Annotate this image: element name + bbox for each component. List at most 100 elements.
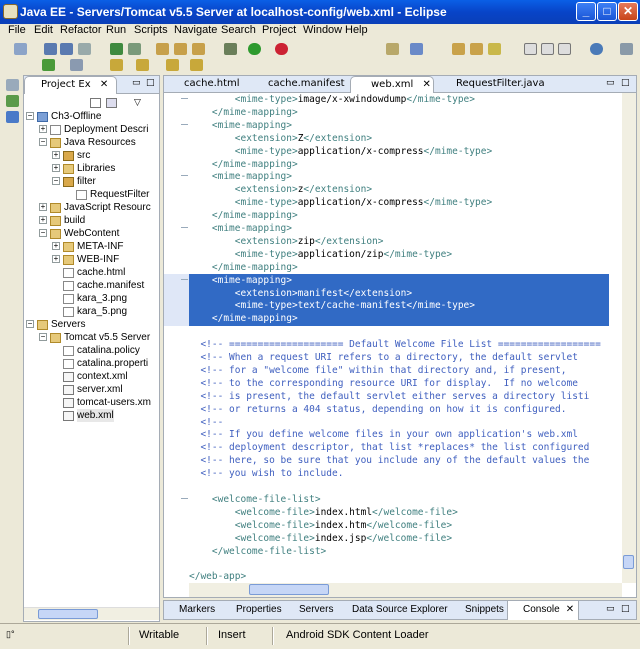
fold-marker-icon[interactable] [181,227,188,228]
close-tab-icon[interactable]: ✕ [566,604,574,615]
open-resource-icon[interactable] [192,43,205,55]
tab-cache-html[interactable]: cache.html [164,76,246,93]
tree-item[interactable]: − filter [24,175,159,188]
tree-item[interactable]: − WebContent [24,227,159,240]
next-annotation-icon[interactable] [110,59,123,71]
tab-console[interactable]: Console ✕ [507,601,579,620]
tree-item[interactable]: kara_5.png [24,305,159,318]
menu-search[interactable]: Search [221,24,256,36]
tree-item[interactable]: − Java Resources [24,136,159,149]
avd-manager-icon[interactable] [128,43,141,55]
open-folder-icon[interactable] [470,43,483,55]
tab-servers[interactable]: Servers [284,601,336,620]
tree-item[interactable]: web.xml [24,409,159,422]
tree-item[interactable]: catalina.properti [24,357,159,370]
tree-item[interactable]: RequestFilter [24,188,159,201]
horizontal-scrollbar[interactable] [189,583,622,597]
back-icon[interactable] [166,59,179,71]
tree-item[interactable]: + Libraries [24,162,159,175]
close-tab-icon[interactable]: ✕ [100,79,108,90]
tree-item[interactable]: catalina.policy [24,344,159,357]
android-icon[interactable] [6,95,19,107]
maximize-button[interactable]: □ [597,2,617,21]
open-type-icon[interactable] [174,43,187,55]
tab-project-explorer[interactable]: Project Ex ✕ [24,76,117,94]
fold-marker-icon[interactable] [181,98,188,99]
perspective-icon[interactable] [590,43,603,55]
collapse-all-icon[interactable] [90,98,101,108]
menu-navigate[interactable]: Navigate [174,24,217,36]
horizontal-scrollbar[interactable] [24,607,159,620]
external-tools-icon[interactable] [275,43,288,55]
save-all-icon[interactable] [60,43,73,55]
new-icon[interactable] [14,43,27,55]
collapse-toggle-icon[interactable]: − [26,320,34,328]
fast-view-icon[interactable]: ▯° [6,629,15,640]
tree-item[interactable]: + JavaScript Resourc [24,201,159,214]
collapse-toggle-icon[interactable]: − [39,333,47,341]
fold-marker-icon[interactable] [181,497,188,499]
new-wizard-icon[interactable] [70,59,83,71]
close-button[interactable]: ✕ [618,2,638,21]
link-with-editor-icon[interactable] [106,98,117,108]
vertical-scrollbar[interactable] [622,93,636,583]
run-icon[interactable] [248,43,261,55]
scrollbar-thumb[interactable] [623,555,634,569]
save-icon[interactable] [44,43,57,55]
code-editor[interactable]: <mime-type>image/x-xwindowdump</mime-typ… [164,93,622,583]
menu-edit[interactable]: Edit [34,24,53,36]
minimize-view-icon[interactable]: ▭ [132,78,141,88]
forward-icon[interactable] [190,59,203,71]
minimize-button[interactable]: _ [576,2,596,21]
new-project-icon[interactable] [156,43,169,55]
expand-toggle-icon[interactable]: + [52,242,60,250]
scrollbar-thumb[interactable] [249,584,329,595]
perspective-switch-icon[interactable] [6,111,19,123]
tree-item[interactable]: − Tomcat v5.5 Server [24,331,159,344]
view-menu-icon[interactable]: ▽ [134,98,141,108]
open-perspective-icon[interactable] [386,43,399,55]
expand-toggle-icon[interactable]: + [52,255,60,263]
collapse-toggle-icon[interactable]: − [52,177,60,185]
tree-item[interactable]: tomcat-users.xm [24,396,159,409]
web-browser-icon[interactable] [410,43,423,55]
tree-item[interactable]: − Servers [24,318,159,331]
tree-item[interactable]: − Ch3-Offline [24,110,159,123]
fold-marker-icon[interactable] [181,278,188,280]
print-icon[interactable] [78,43,91,55]
previous-annotation-icon[interactable] [136,59,149,71]
restore-icon[interactable] [6,79,19,91]
debug-icon[interactable] [224,43,237,55]
maximize-view-icon[interactable]: □ [621,604,630,614]
expand-toggle-icon[interactable]: + [39,216,47,224]
close-tab-icon[interactable]: ✕ [422,79,430,90]
tab-markers[interactable]: Markers [164,601,220,620]
tab-data-source-explorer[interactable]: Data Source Explorer [337,601,449,620]
toggle-mark-icon[interactable] [541,43,554,55]
tree-item[interactable]: cache.manifest [24,279,159,292]
pen-icon[interactable] [488,43,501,55]
tab-cache-manifest[interactable]: cache.manifest [248,76,348,93]
maximize-view-icon[interactable]: □ [146,78,155,88]
tree-item[interactable]: + META-INF [24,240,159,253]
menu-refactor[interactable]: Refactor [60,24,102,36]
new-server-icon[interactable] [42,59,55,71]
tab-web-xml[interactable]: web.xml ✕ [350,76,434,93]
search-icon[interactable] [452,43,465,55]
menu-scripts[interactable]: Scripts [134,24,168,36]
tree-item[interactable]: cache.html [24,266,159,279]
expand-toggle-icon[interactable]: + [52,151,60,159]
menu-project[interactable]: Project [262,24,296,36]
expand-toggle-icon[interactable]: + [39,203,47,211]
collapse-toggle-icon[interactable]: − [26,112,34,120]
tab-snippets[interactable]: Snippets [450,601,506,620]
android-sdk-icon[interactable] [110,43,123,55]
tree-item[interactable]: kara_3.png [24,292,159,305]
collapse-toggle-icon[interactable]: − [39,229,47,237]
show-whitespace-icon[interactable] [558,43,571,55]
tree-item[interactable]: + src [24,149,159,162]
toggle-breadcrumb-icon[interactable] [524,43,537,55]
scrollbar-thumb[interactable] [38,609,98,619]
minimize-editor-icon[interactable]: ▭ [606,78,615,88]
menu-window[interactable]: Window [303,24,342,36]
